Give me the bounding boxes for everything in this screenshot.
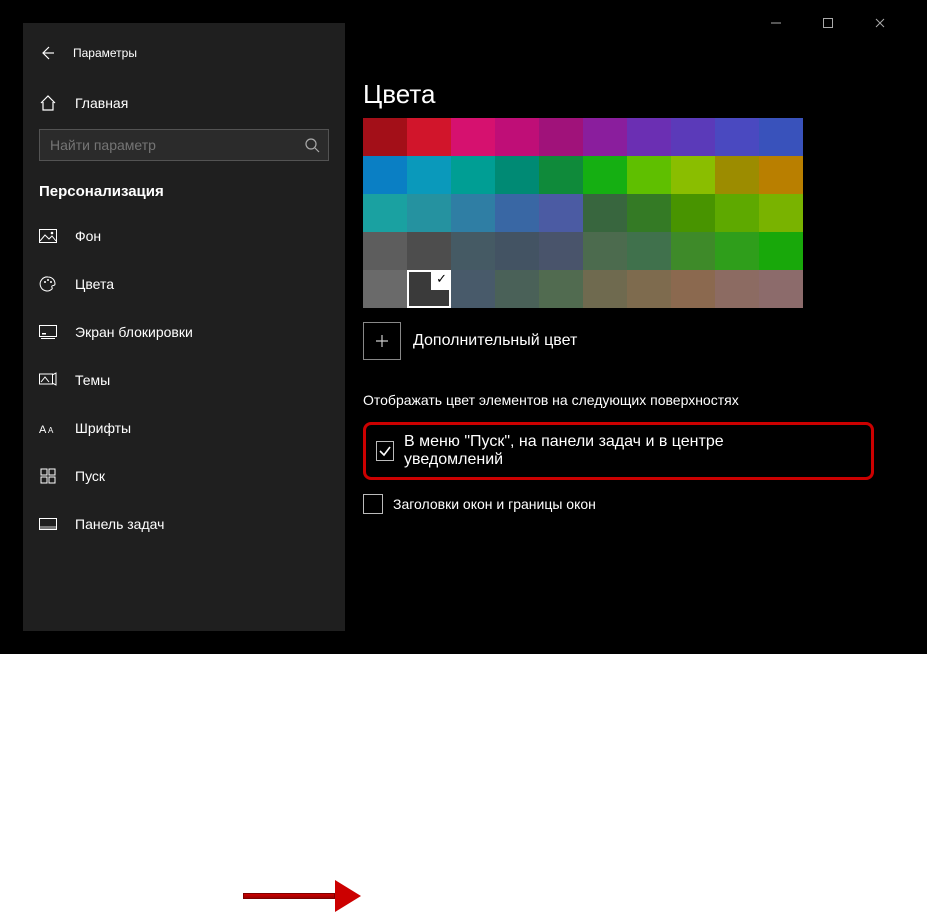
color-swatch[interactable] <box>583 118 627 156</box>
sidebar-item-colors[interactable]: Цвета <box>23 264 345 304</box>
color-swatch[interactable] <box>671 156 715 194</box>
color-swatch[interactable] <box>539 270 583 308</box>
sidebar-item-background[interactable]: Фон <box>23 216 345 256</box>
custom-color-button[interactable] <box>363 322 401 360</box>
svg-text:A: A <box>48 426 54 435</box>
fonts-icon: AA <box>39 421 57 435</box>
back-icon[interactable] <box>39 45 55 61</box>
search-icon <box>304 137 320 153</box>
color-swatch[interactable] <box>407 194 451 232</box>
sidebar-item-themes[interactable]: Темы <box>23 360 345 400</box>
taskbar-icon <box>39 518 57 530</box>
window-title: Параметры <box>73 46 137 60</box>
color-swatch[interactable] <box>627 118 671 156</box>
color-swatch[interactable] <box>759 194 803 232</box>
color-swatch[interactable] <box>407 118 451 156</box>
color-swatch[interactable] <box>363 156 407 194</box>
color-swatch[interactable] <box>451 232 495 270</box>
color-swatch[interactable] <box>451 270 495 308</box>
color-swatch[interactable] <box>363 118 407 156</box>
minimize-button[interactable] <box>770 17 794 29</box>
color-swatch[interactable] <box>715 118 759 156</box>
custom-color-label: Дополнительный цвет <box>413 332 577 350</box>
sidebar-item-lockscreen[interactable]: Экран блокировки <box>23 312 345 352</box>
color-swatch[interactable] <box>583 194 627 232</box>
color-swatch[interactable] <box>495 270 539 308</box>
sidebar: Параметры Главная Персонализация <box>23 23 345 631</box>
maximize-button[interactable] <box>822 17 846 29</box>
color-swatch[interactable] <box>495 156 539 194</box>
svg-text:A: A <box>39 424 47 435</box>
color-swatch[interactable]: ✓ <box>407 270 451 308</box>
color-grid: ✓ <box>363 118 803 308</box>
color-swatch[interactable] <box>627 270 671 308</box>
checkbox-label: В меню "Пуск", на панели задач и в центр… <box>404 433 781 469</box>
section-title: Персонализация <box>23 175 345 216</box>
nav-label: Экран блокировки <box>75 324 193 340</box>
callout-arrow <box>243 880 361 912</box>
color-swatch[interactable] <box>759 270 803 308</box>
lockscreen-icon <box>39 325 57 339</box>
color-swatch[interactable] <box>407 232 451 270</box>
themes-icon <box>39 372 57 388</box>
palette-icon <box>39 275 57 293</box>
nav-label: Темы <box>75 372 110 388</box>
color-swatch[interactable] <box>715 156 759 194</box>
check-icon: ✓ <box>436 271 447 287</box>
home-label: Главная <box>75 95 128 111</box>
color-swatch[interactable] <box>495 118 539 156</box>
color-swatch[interactable] <box>671 270 715 308</box>
color-swatch[interactable] <box>627 156 671 194</box>
checkbox-start-taskbar[interactable] <box>376 441 394 461</box>
nav-label: Фон <box>75 228 101 244</box>
sidebar-item-fonts[interactable]: AA Шрифты <box>23 408 345 448</box>
color-swatch[interactable] <box>363 232 407 270</box>
close-button[interactable] <box>874 17 898 29</box>
search-field[interactable] <box>40 130 288 160</box>
color-swatch[interactable] <box>715 270 759 308</box>
color-swatch[interactable] <box>671 194 715 232</box>
surfaces-heading: Отображать цвет элементов на следующих п… <box>363 392 874 408</box>
color-swatch[interactable] <box>583 270 627 308</box>
color-swatch[interactable] <box>451 118 495 156</box>
color-swatch[interactable] <box>715 194 759 232</box>
color-swatch[interactable] <box>407 156 451 194</box>
color-swatch[interactable] <box>583 156 627 194</box>
color-swatch[interactable] <box>539 118 583 156</box>
color-swatch[interactable] <box>539 156 583 194</box>
checkbox-label: Заголовки окон и границы окон <box>393 496 596 512</box>
color-swatch[interactable] <box>759 118 803 156</box>
color-swatch[interactable] <box>671 118 715 156</box>
checkbox-titlebars[interactable] <box>363 494 383 514</box>
nav-label: Пуск <box>75 468 105 484</box>
home-icon <box>39 94 57 112</box>
home-button[interactable]: Главная <box>23 83 345 123</box>
nav-label: Цвета <box>75 276 114 292</box>
color-swatch[interactable] <box>451 194 495 232</box>
color-swatch[interactable] <box>759 232 803 270</box>
color-swatch[interactable] <box>363 194 407 232</box>
color-swatch[interactable] <box>495 194 539 232</box>
color-swatch[interactable] <box>451 156 495 194</box>
search-input[interactable] <box>39 129 329 161</box>
highlighted-option: В меню "Пуск", на панели задач и в центр… <box>363 422 874 480</box>
sidebar-item-start[interactable]: Пуск <box>23 456 345 496</box>
color-swatch[interactable] <box>671 232 715 270</box>
color-swatch[interactable] <box>495 232 539 270</box>
color-swatch[interactable] <box>627 194 671 232</box>
color-swatch[interactable] <box>583 232 627 270</box>
nav-label: Шрифты <box>75 420 131 436</box>
start-icon <box>39 468 57 484</box>
content-pane: Цвета ✓ Дополнительный цвет Отображать ц… <box>345 23 904 631</box>
color-swatch[interactable] <box>363 270 407 308</box>
color-swatch[interactable] <box>715 232 759 270</box>
color-swatch[interactable] <box>759 156 803 194</box>
color-swatch[interactable] <box>539 194 583 232</box>
nav-label: Панель задач <box>75 516 164 532</box>
page-title: Цвета <box>363 79 874 110</box>
sidebar-item-taskbar[interactable]: Панель задач <box>23 504 345 544</box>
color-swatch[interactable] <box>627 232 671 270</box>
color-swatch[interactable] <box>539 232 583 270</box>
picture-icon <box>39 229 57 243</box>
